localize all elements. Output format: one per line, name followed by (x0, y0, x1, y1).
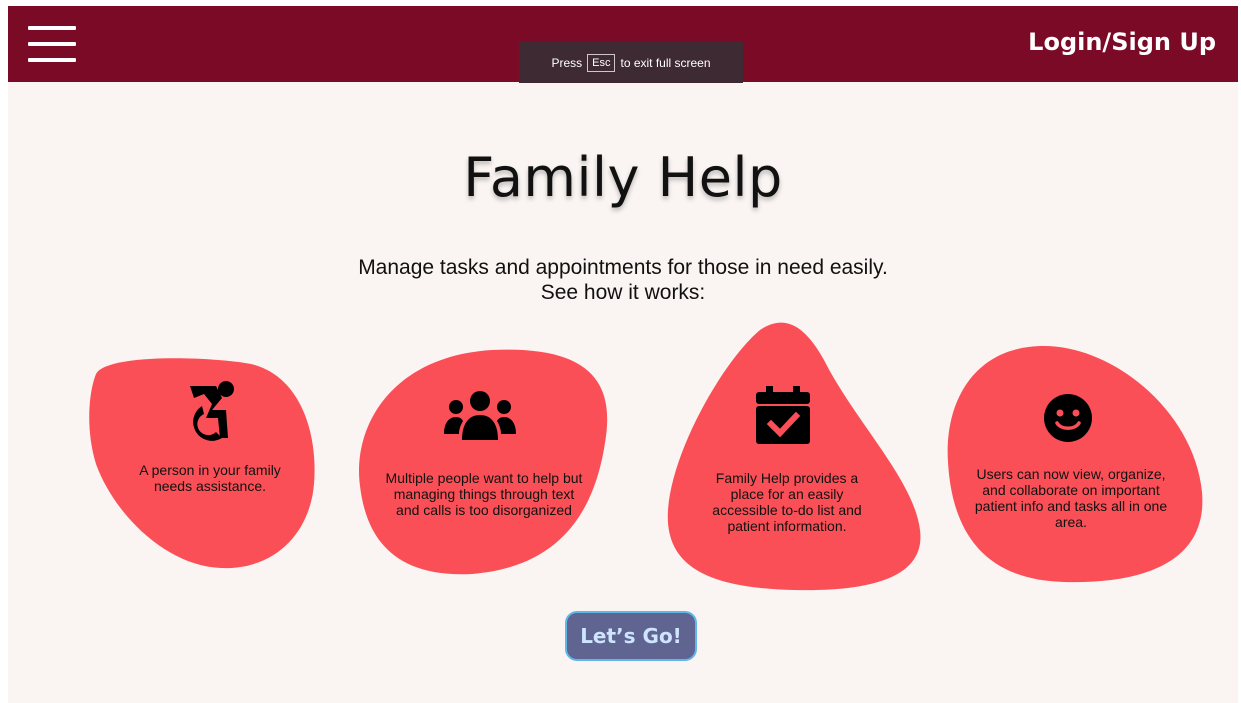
step-2-text: Multiple people want to help but managin… (385, 470, 583, 518)
smiley-icon (1044, 394, 1092, 442)
step-card-2: Multiple people want to help but managin… (352, 346, 614, 578)
esc-key-label: Esc (587, 53, 616, 72)
login-signup-link[interactable]: Login/Sign Up (1028, 28, 1216, 56)
page-title: Family Help (463, 146, 783, 209)
app-frame: Login/Sign Up Press Esc to exit full scr… (8, 6, 1238, 703)
step-card-3: Family Help provides a place for an easi… (664, 320, 926, 596)
step-3-text: Family Help provides a place for an easi… (712, 470, 862, 534)
step-3-blob (667, 322, 921, 591)
subtitle-line-2: See how it works: (540, 281, 706, 304)
group-icon (444, 391, 516, 440)
calendar-check-icon (756, 386, 810, 444)
page-subtitle: Manage tasks and appointments for those … (8, 255, 1238, 305)
step-card-1: A person in your family needs assistance… (86, 354, 326, 576)
subtitle-line-1: Manage tasks and appointments for those … (358, 256, 888, 279)
hamburger-menu-icon[interactable] (28, 24, 76, 64)
fullscreen-notice: Press Esc to exit full screen (519, 42, 743, 83)
accessibility-icon (190, 381, 234, 441)
fullscreen-notice-prefix: Press (551, 55, 583, 70)
step-1-text: A person in your family needs assistance… (139, 462, 281, 494)
step-card-4: Users can now view, organize, and collab… (944, 342, 1208, 586)
lets-go-button[interactable]: Let’s Go! (565, 611, 697, 661)
fullscreen-notice-suffix: to exit full screen (620, 55, 711, 70)
step-4-text: Users can now view, organize, and collab… (974, 466, 1168, 530)
step-2-blob (359, 349, 608, 575)
step-4-blob (947, 346, 1203, 583)
